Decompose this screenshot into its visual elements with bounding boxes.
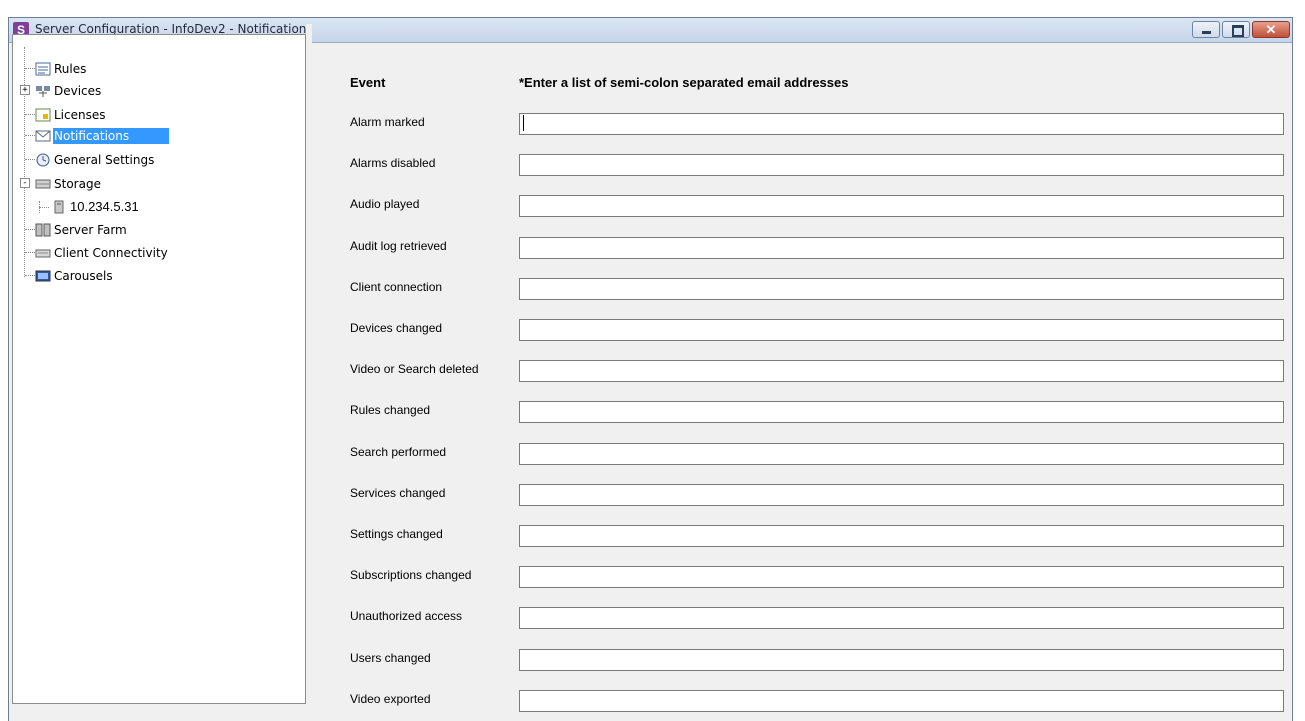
tree-item-devices[interactable]: + Devices [20, 81, 104, 100]
tree-item-rules[interactable]: Rules [25, 59, 89, 78]
event-label: Services changed [350, 486, 446, 500]
maximize-icon [1232, 25, 1244, 37]
email-input[interactable] [519, 690, 1284, 712]
tree-connector [25, 252, 35, 253]
email-input[interactable] [519, 278, 1284, 300]
storage-icon [35, 177, 51, 191]
tree-connector [25, 159, 35, 160]
tree-connector [39, 207, 49, 208]
email-column-header: *Enter a list of semi-colon separated em… [519, 75, 849, 90]
email-input[interactable] [519, 154, 1284, 176]
tree-item-label: Rules [54, 61, 87, 76]
email-input[interactable] [519, 195, 1284, 217]
tree-item-storage-server[interactable]: 10.234.5.31 [39, 197, 142, 216]
email-input[interactable] [519, 443, 1284, 465]
tree-item-label: Devices [54, 83, 102, 98]
tree-connector [25, 135, 35, 136]
email-input[interactable] [519, 237, 1284, 259]
close-button[interactable]: ✕ [1252, 21, 1290, 38]
devices-icon [35, 84, 51, 98]
tree-item-server-farm[interactable]: Server Farm [25, 220, 130, 239]
email-input[interactable] [519, 360, 1284, 382]
event-label: Subscriptions changed [350, 568, 472, 582]
tree-item-client-connectivity[interactable]: Client Connectivity [25, 243, 171, 262]
collapse-toggle[interactable]: - [20, 178, 30, 188]
event-label: Devices changed [350, 321, 443, 335]
tree-item-label: 10.234.5.31 [70, 199, 139, 214]
carousels-icon [35, 269, 51, 283]
tree-item-general-settings[interactable]: General Settings [25, 150, 157, 169]
event-label: Settings changed [350, 527, 443, 541]
tree-item-label: Notifications [53, 127, 170, 144]
tree-item-label: Storage [54, 176, 101, 191]
event-label: Audit log retrieved [350, 239, 447, 253]
event-label: Video or Search deleted [350, 362, 479, 376]
tree-item-label: Client Connectivity [54, 245, 168, 260]
event-label: Search performed [350, 445, 447, 459]
close-icon: ✕ [1265, 22, 1277, 37]
event-label: Unauthorized access [350, 609, 463, 623]
minimize-icon [1202, 31, 1211, 34]
client-connectivity-icon [35, 246, 51, 260]
maximize-button[interactable] [1222, 21, 1250, 38]
tree-item-notifications[interactable]: Notifications [25, 126, 170, 145]
tree-connector [25, 68, 35, 69]
email-input[interactable] [519, 484, 1284, 506]
tree-item-label: Server Farm [54, 222, 127, 237]
notifications-icon [35, 129, 51, 143]
event-label: Video exported [350, 692, 431, 706]
tree-item-label: Carousels [54, 268, 113, 283]
minimize-button[interactable] [1192, 21, 1220, 38]
email-input[interactable] [519, 607, 1284, 629]
event-label: Alarm marked [350, 115, 425, 129]
tree-item-licenses[interactable]: Licenses [25, 105, 109, 124]
text-caret [523, 115, 524, 131]
tree-connector [25, 229, 35, 230]
navigation-tree[interactable]: Rules + Devices Licenses Notifications G… [12, 34, 306, 704]
server-farm-icon [35, 223, 51, 237]
tree-connector [25, 275, 35, 276]
clock-icon [35, 153, 51, 167]
email-input[interactable] [519, 566, 1284, 588]
tree-item-label: General Settings [54, 152, 155, 167]
email-input[interactable] [519, 401, 1284, 423]
tree-item-storage[interactable]: - Storage [20, 174, 104, 193]
event-label: Users changed [350, 651, 431, 665]
server-icon [51, 200, 67, 214]
licenses-icon [35, 108, 51, 122]
tree-item-carousels[interactable]: Carousels [25, 266, 116, 285]
event-label: Alarms disabled [350, 156, 436, 170]
tree-item-label: Licenses [54, 107, 106, 122]
window-controls: ✕ [1192, 21, 1290, 38]
event-label: Client connection [350, 280, 443, 294]
email-input[interactable] [519, 525, 1284, 547]
event-label: Audio played [350, 197, 420, 211]
rules-icon [35, 62, 51, 76]
event-label: Rules changed [350, 403, 431, 417]
event-column-header: Event [350, 75, 386, 90]
expand-toggle[interactable]: + [20, 85, 30, 95]
email-input[interactable] [519, 113, 1284, 135]
tree-connector [25, 114, 35, 115]
email-input[interactable] [519, 649, 1284, 671]
email-input[interactable] [519, 319, 1284, 341]
pane-splitter[interactable] [306, 24, 312, 704]
